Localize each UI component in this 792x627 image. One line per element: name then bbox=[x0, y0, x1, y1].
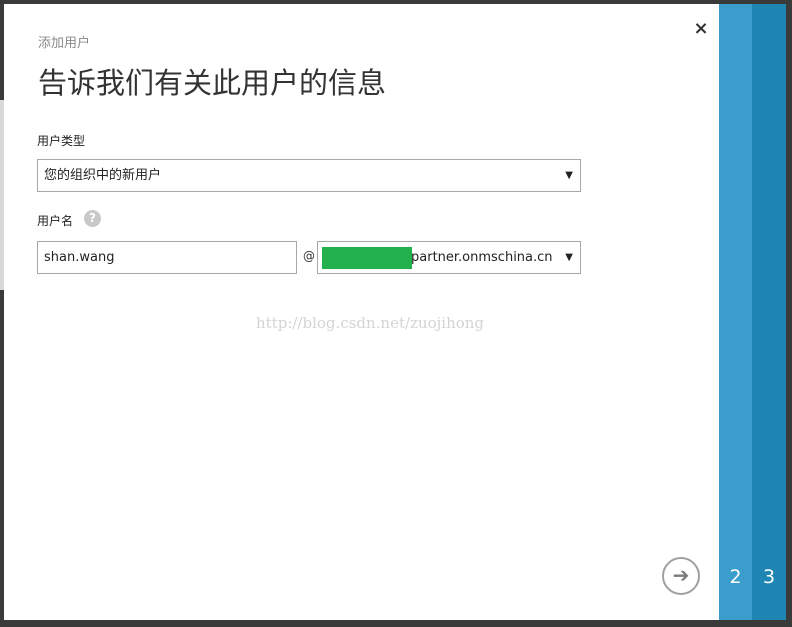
close-icon[interactable]: × bbox=[690, 18, 712, 40]
step-3-label: 3 bbox=[762, 566, 776, 588]
chevron-down-icon: ▼ bbox=[565, 170, 573, 181]
user-type-select[interactable]: 您的组织中的新用户 ▼ bbox=[37, 159, 581, 192]
wizard-step-3[interactable]: 3 bbox=[752, 4, 786, 620]
domain-value: partner.onmschina.cn bbox=[411, 250, 553, 265]
domain-select[interactable]: partner.onmschina.cn ▼ bbox=[317, 241, 581, 274]
user-type-value: 您的组织中的新用户 bbox=[44, 168, 162, 183]
page-title: 告诉我们有关此用户的信息 bbox=[38, 66, 387, 100]
chevron-down-icon: ▼ bbox=[565, 252, 573, 263]
wizard-step-2[interactable]: 2 bbox=[719, 4, 752, 620]
username-input[interactable]: shan.wang bbox=[37, 241, 297, 274]
next-button[interactable]: ➔ bbox=[662, 557, 700, 595]
at-symbol: @ bbox=[303, 249, 315, 263]
redaction-block bbox=[322, 247, 412, 269]
user-type-label: 用户类型 bbox=[37, 134, 86, 148]
help-icon[interactable]: ? bbox=[84, 210, 101, 227]
watermark: http://blog.csdn.net/zuojihong bbox=[256, 314, 485, 332]
step-2-label: 2 bbox=[729, 566, 742, 588]
dialog-subtitle: 添加用户 bbox=[38, 36, 91, 51]
username-value: shan.wang bbox=[44, 250, 115, 265]
add-user-dialog: × 添加用户 告诉我们有关此用户的信息 用户类型 您的组织中的新用户 ▼ 用户名… bbox=[4, 4, 719, 620]
username-label: 用户名 bbox=[37, 214, 74, 228]
